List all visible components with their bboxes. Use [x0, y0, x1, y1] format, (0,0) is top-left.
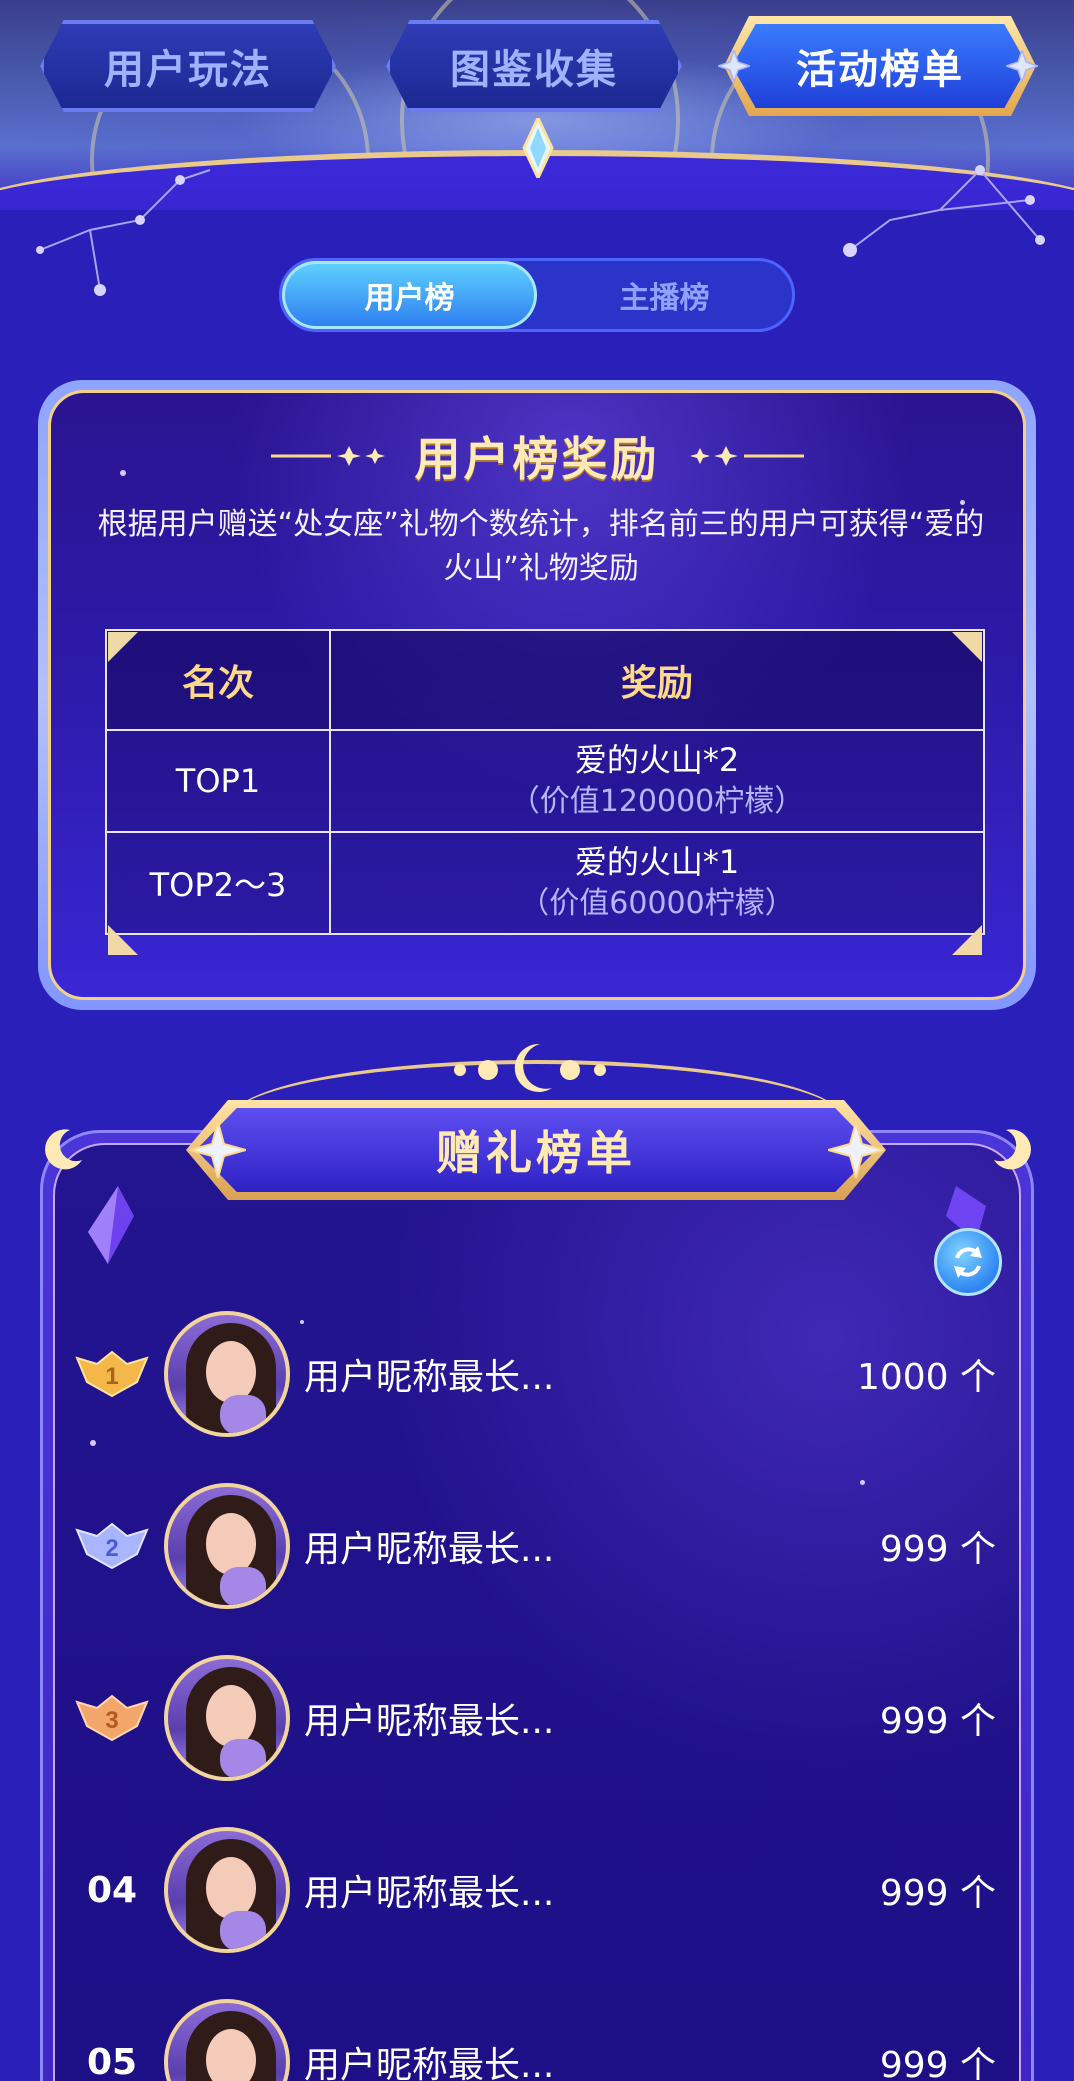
reward-description: 根据用户赠送“处女座”礼物个数统计，排名前三的用户可获得“爱的火山”礼物奖励: [97, 507, 985, 586]
avatar[interactable]: [164, 1827, 290, 1953]
title-left-decoration-icon: [270, 446, 385, 466]
list-item[interactable]: 04 用户昵称最长... 999 个: [60, 1804, 1020, 1976]
gift-count: 999 个: [879, 1701, 996, 1742]
nickname: 用户昵称最长...: [304, 2045, 555, 2081]
sparkle-decoration: [120, 470, 126, 476]
table-header-prize: 奖励: [329, 629, 985, 731]
badge-number: 3: [105, 1707, 118, 1734]
nickname: 用户昵称最长...: [304, 1873, 555, 1914]
list-item[interactable]: 3 用户昵称最长... 999 个: [60, 1632, 1020, 1804]
table-header-row: 名次 奖励: [105, 629, 985, 731]
table-corner-decoration: [108, 632, 138, 662]
prize-name: 爱的火山*2: [574, 741, 740, 779]
sparkle-decoration: [300, 1320, 304, 1324]
gift-count: 1000 个: [856, 1357, 996, 1398]
tab-collection[interactable]: 图鉴收集: [386, 20, 682, 112]
moon-icon: [454, 1043, 606, 1092]
avatar[interactable]: [164, 1655, 290, 1781]
table-corner-decoration: [108, 925, 138, 955]
avatar[interactable]: [164, 1999, 290, 2081]
constellation-left-decoration: [36, 169, 211, 296]
tab-label: 图鉴收集: [450, 47, 618, 93]
reward-card-inner: 用户榜奖励 根据用户赠送“处女座”礼物个数统计，排名前三的用户可获得“爱的火山”…: [48, 390, 1026, 1000]
gold-medal-icon: 1: [75, 1350, 149, 1398]
ranking-list: 1 用户昵称最长... 1000 个 2 用户昵称最长... 999 个 3 用…: [60, 1288, 1020, 2081]
bronze-medal-icon: 3: [75, 1694, 149, 1742]
center-gem-icon: [522, 118, 554, 178]
refresh-button[interactable]: [934, 1228, 1002, 1296]
tab-label: 用户玩法: [104, 47, 272, 93]
rank-badge-bronze: 3: [60, 1688, 164, 1748]
list-item[interactable]: 1 用户昵称最长... 1000 个: [60, 1288, 1020, 1460]
main-tab-bar: 用户玩法 图鉴收集 活动榜单: [40, 16, 1040, 116]
table-cell-rank: TOP1: [105, 729, 331, 833]
gift-count: 999 个: [879, 1873, 996, 1914]
reward-table: 名次 奖励 TOP1 爱的火山*2 （价值120000柠檬） TOP2～3 爱的…: [105, 629, 985, 935]
prize-name: 爱的火山*1: [574, 843, 740, 881]
sparkle-decoration: [90, 1440, 96, 1446]
nickname: 用户昵称最长...: [304, 1357, 555, 1398]
ranking-header: 赠礼榜单: [186, 1100, 886, 1200]
table-header-rank: 名次: [105, 629, 331, 731]
crystal-left-decoration: [88, 1186, 134, 1264]
table-row: TOP1 爱的火山*2 （价值120000柠檬）: [105, 729, 985, 833]
rank-number: 04: [86, 1869, 138, 1911]
ranking-title: 赠礼榜单: [196, 1108, 876, 1192]
list-item[interactable]: 2 用户昵称最长... 999 个: [60, 1460, 1020, 1632]
table-cell-prize: 爱的火山*1 （价值60000柠檬）: [329, 831, 985, 935]
star-icon: [718, 50, 750, 82]
table-cell-rank: TOP2～3: [105, 831, 331, 935]
avatar[interactable]: [164, 1311, 290, 1437]
table-row: TOP2～3 爱的火山*1 （价值60000柠檬）: [105, 831, 985, 935]
gift-count: 999 个: [879, 2045, 996, 2081]
list-item[interactable]: 05 用户昵称最长... 999 个: [60, 1976, 1020, 2081]
moon-icon: [994, 1129, 1031, 1170]
nickname: 用户昵称最长...: [304, 1701, 555, 1742]
tab-user-gameplay[interactable]: 用户玩法: [40, 20, 336, 112]
table-corner-decoration: [952, 925, 982, 955]
reward-title-row: 用户榜奖励: [51, 421, 1023, 491]
title-right-decoration-icon: [689, 446, 804, 466]
prize-value: （价值120000柠檬）: [509, 784, 805, 819]
tab-user-ranking[interactable]: 用户榜: [282, 261, 537, 329]
nickname: 用户昵称最长...: [304, 1529, 555, 1570]
badge-number: 2: [105, 1535, 118, 1562]
tab-activity-ranking[interactable]: 活动榜单: [732, 24, 1028, 108]
star-icon: [190, 1122, 246, 1178]
reward-title: 用户榜奖励: [414, 432, 660, 486]
badge-number: 1: [105, 1363, 118, 1390]
tab-host-ranking[interactable]: 主播榜: [537, 261, 792, 329]
rank-badge-gold: 1: [60, 1344, 164, 1404]
star-icon: [828, 1122, 884, 1178]
prize-value: （价值60000柠檬）: [519, 886, 795, 921]
table-corner-decoration: [952, 632, 982, 662]
avatar[interactable]: [164, 1483, 290, 1609]
rank-badge-silver: 2: [60, 1516, 164, 1576]
silver-medal-icon: 2: [75, 1522, 149, 1570]
rank-number: 05: [86, 2041, 138, 2081]
sub-tab-bar: 用户榜 主播榜: [279, 258, 795, 332]
moon-icon: [45, 1129, 82, 1170]
sparkle-decoration: [860, 1480, 865, 1485]
sparkle-decoration: [960, 500, 965, 505]
constellation-right-decoration: [843, 165, 1045, 257]
reward-card: 用户榜奖励 根据用户赠送“处女座”礼物个数统计，排名前三的用户可获得“爱的火山”…: [38, 380, 1036, 1010]
tab-label: 活动榜单: [796, 47, 964, 93]
star-icon: [1006, 50, 1038, 82]
refresh-icon: [954, 1246, 982, 1278]
gift-count: 999 个: [879, 1529, 996, 1570]
table-cell-prize: 爱的火山*2 （价值120000柠檬）: [329, 729, 985, 833]
